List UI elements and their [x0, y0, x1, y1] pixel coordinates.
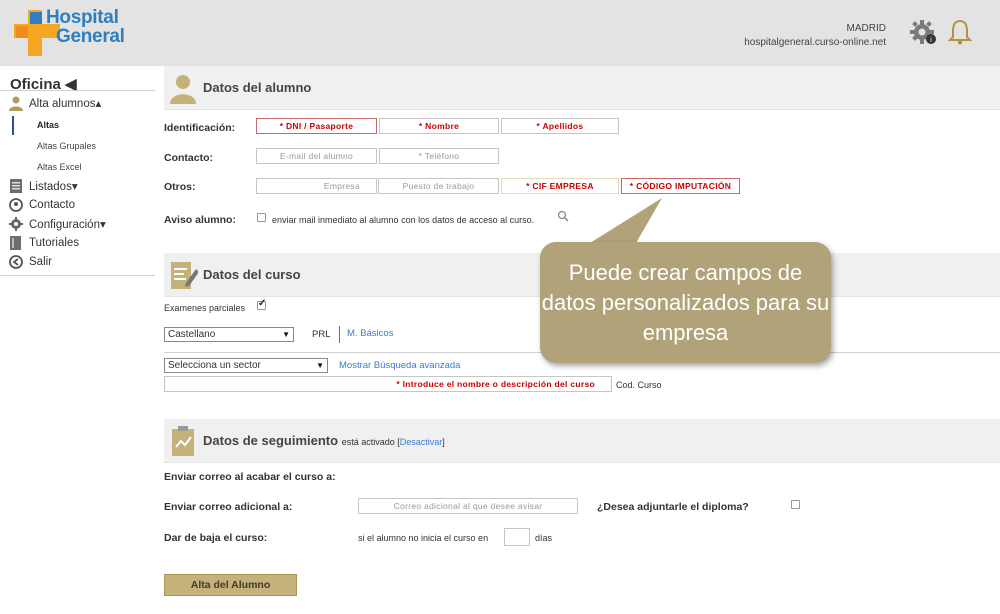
codigo-imputacion-field[interactable]: * CÓDIGO IMPUTACIÓN	[621, 178, 740, 194]
idioma-select[interactable]: Castellano ▼	[164, 327, 294, 342]
user-icon	[9, 96, 23, 111]
nombre-field[interactable]: * Nombre	[379, 118, 499, 134]
book-icon	[10, 236, 21, 250]
callout-text: Puede crear campos de datos personalizad…	[541, 260, 830, 345]
hospital-logo[interactable]: Hospital General	[14, 6, 139, 56]
idioma-value: Castellano	[168, 329, 216, 340]
dias-label: días	[535, 533, 553, 543]
label-enviar-correo: Enviar correo al acabar el curso a:	[164, 471, 336, 483]
dni-field[interactable]: * DNI / Pasaporte	[256, 118, 377, 134]
sidebar-sub-altas[interactable]: Altas	[37, 120, 59, 130]
header-domain: hospitalgeneral.curso-online.net	[744, 37, 886, 48]
label-otros: Otros:	[164, 181, 196, 193]
logo-line2: General	[56, 26, 125, 47]
empresa-field[interactable]: Empresa	[256, 178, 377, 194]
separator	[339, 326, 340, 343]
sidebar-item-listados[interactable]: Listados▾	[8, 177, 78, 195]
section-datos-alumno: Datos del alumno	[164, 66, 1000, 110]
sector-select[interactable]: Selecciona un sector ▼	[164, 358, 328, 373]
section-datos-seguimiento: Datos de seguimiento está activado [Desa…	[164, 419, 1000, 463]
label-correo-adicional: Enviar correo adicional a:	[164, 501, 293, 513]
course-edit-icon	[171, 262, 198, 289]
desactivar-link[interactable]: Desactivar	[400, 437, 443, 447]
diploma-checkbox[interactable]	[791, 500, 800, 509]
sidebar-item-tutoriales[interactable]: Tutoriales	[8, 234, 79, 252]
label-contacto: Contacto:	[164, 152, 213, 164]
clipboard-chart-icon	[172, 426, 194, 456]
alta-alumno-button[interactable]: Alta del Alumno	[164, 574, 297, 596]
aviso-text: enviar mail inmediato al alumno con los …	[272, 215, 535, 225]
seguimiento-title: Datos de seguimiento	[203, 433, 339, 448]
sidebar-sub-altas-excel[interactable]: Altas Excel	[37, 162, 82, 172]
gear-info-icon[interactable]: i	[908, 17, 938, 47]
cod-curso-label: Cod. Curso	[616, 380, 662, 390]
sidebar-item-contacto[interactable]: Contacto	[8, 196, 75, 214]
person-contact-icon	[9, 198, 23, 212]
baja-text: si el alumno no inicia el curso en	[358, 533, 489, 543]
exit-icon	[9, 255, 23, 269]
apellidos-field[interactable]: * Apellidos	[501, 118, 619, 134]
sidebar-item-label: Tutoriales	[29, 237, 80, 249]
student-icon	[170, 75, 196, 104]
label-aviso: Aviso alumno:	[164, 214, 236, 226]
header-info: MADRID hospitalgeneral.curso-online.net	[744, 22, 886, 50]
sidebar-item-salir[interactable]: Salir	[8, 253, 52, 271]
section-title: Datos del alumno	[203, 80, 312, 95]
sidebar-bottom-divider	[0, 275, 155, 276]
section-title: Datos de seguimiento está activado [Desa…	[203, 433, 445, 448]
section-title: Datos del curso	[203, 267, 301, 282]
sector-value: Selecciona un sector	[168, 360, 261, 371]
list-icon	[10, 179, 22, 193]
svg-text:i: i	[930, 36, 932, 44]
nombre-curso-field[interactable]: * Introduce el nombre o descripción del …	[164, 376, 612, 392]
sidebar-item-label: Contacto	[29, 199, 76, 211]
label-identificacion: Identificación:	[164, 122, 236, 134]
tooltip-callout: Puede crear campos de datos personalizad…	[540, 242, 831, 363]
search-icon[interactable]	[557, 210, 569, 222]
sidebar-item-configuracion[interactable]: Configuración▾	[8, 215, 106, 233]
examenes-checkbox[interactable]	[257, 298, 266, 310]
gear-icon	[9, 217, 23, 231]
chevron-down-icon: ▼	[282, 330, 290, 339]
basicos-link[interactable]: M. Básicos	[347, 328, 393, 339]
sidebar-item-label: Alta alumnos▴	[29, 98, 102, 110]
label-dar-de-baja: Dar de baja el curso:	[164, 532, 268, 544]
email-field[interactable]: E-mail del alumno	[256, 148, 377, 164]
label-examenes: Examenes parciales	[164, 303, 246, 313]
telefono-field[interactable]: * Teléfono	[379, 148, 499, 164]
top-header: Hospital General MADRID hospitalgeneral.…	[0, 0, 1000, 66]
aviso-checkbox[interactable]	[257, 213, 266, 222]
active-indicator	[12, 116, 14, 135]
chevron-down-icon: ▼	[316, 361, 324, 370]
seguimiento-status: está activado [Desactivar]	[341, 437, 445, 447]
busqueda-avanzada-link[interactable]: Mostrar Búsqueda avanzada	[339, 360, 460, 371]
sidebar-item-label: Configuración▾	[29, 219, 106, 231]
cif-field[interactable]: * CIF EMPRESA	[501, 178, 619, 194]
sidebar-divider	[0, 90, 155, 91]
sidebar-sub-altas-grupales[interactable]: Altas Grupales	[37, 141, 96, 151]
status-text: está activado	[341, 437, 395, 447]
prl-label[interactable]: PRL	[312, 329, 330, 340]
dias-field[interactable]	[504, 528, 530, 546]
correo-adicional-field[interactable]: Correo adicional al que desee avisar	[358, 498, 578, 514]
sidebar: Oficina ◀ Alta alumnos▴ Altas Altas Grup…	[0, 66, 158, 614]
puesto-field[interactable]: Puesto de trabajo	[378, 178, 499, 194]
header-city: MADRID	[846, 23, 886, 34]
diploma-label: ¿Desea adjuntarle el diploma?	[597, 501, 749, 513]
sidebar-item-label: Listados▾	[29, 181, 78, 193]
sidebar-item-label: Salir	[29, 256, 53, 268]
sidebar-item-alta-alumnos[interactable]: Alta alumnos▴	[8, 94, 101, 112]
bell-icon[interactable]	[945, 17, 975, 47]
